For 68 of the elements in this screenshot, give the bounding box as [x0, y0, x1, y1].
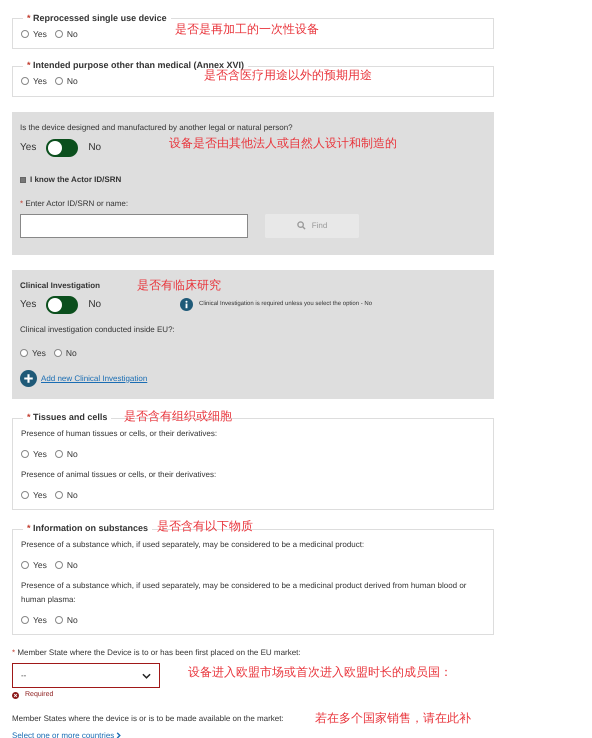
radio-label: No	[66, 558, 78, 572]
radio-button[interactable]	[21, 30, 29, 38]
section-title: * Information on substances	[26, 522, 150, 536]
add-icon[interactable]	[20, 370, 37, 388]
radio-label: No	[66, 28, 78, 40]
radio-button[interactable]	[21, 561, 29, 570]
radio-label: No	[66, 74, 78, 88]
question-text: Clinical investigation conducted inside EU?:	[20, 324, 175, 336]
annotation-text: 是否有临床研究	[137, 276, 221, 294]
country-select[interactable]: --	[12, 663, 160, 688]
radio-button[interactable]	[54, 77, 63, 86]
field-label: * Member State where the Device is to or has been first placed on the EU market:	[12, 647, 301, 660]
error-icon	[12, 692, 19, 699]
radio-label: Yes	[33, 614, 47, 626]
question-text: Presence of human tissues or cells, or their derivatives:	[21, 428, 218, 440]
radio-label: Yes	[33, 488, 47, 502]
radio-label: No	[66, 614, 78, 626]
annotation-text: 设备是否由其他法人或自然人设计和制造的	[169, 134, 397, 152]
radio-button[interactable]	[21, 450, 29, 458]
radio-label: No	[66, 448, 78, 460]
radio-button[interactable]	[21, 616, 29, 624]
add-investigation-link[interactable]: Add new Clinical Investigation	[41, 372, 148, 385]
question-text: Presence of a substance which, if used separately, may be considered to be a medicinal product:	[21, 538, 366, 551]
toggle-switch[interactable]	[46, 296, 78, 314]
annotation-text: 若在多个国家销售，请在此补	[315, 710, 471, 727]
chevron-right-icon	[116, 732, 122, 738]
toggle-label: Yes	[20, 141, 36, 155]
section-title: Clinical Investigation	[20, 280, 100, 292]
radio-label: Yes	[33, 74, 47, 88]
select-countries-link[interactable]: Select one or more countries	[12, 730, 592, 738]
toggle-label: Yes	[20, 298, 36, 312]
checkbox-label: I know the Actor ID/SRN	[30, 174, 122, 186]
radio-label: Yes	[33, 448, 47, 460]
question-text: Presence of animal tissues or cells, or their derivatives:	[21, 468, 218, 480]
radio-label: No	[66, 346, 77, 360]
field-label: * Enter Actor ID/SRN or name:	[20, 198, 128, 210]
annotation-text: 设备进入欧盟市场或首次进入欧盟时长的成员国：	[188, 664, 452, 682]
section-title: * Tissues and cells	[26, 411, 108, 424]
annotation-text: 是否含有组织或细胞	[124, 408, 232, 426]
radio-button[interactable]	[20, 348, 28, 357]
info-icon	[180, 298, 193, 311]
radio-label: No	[66, 488, 78, 502]
toggle-label: No	[88, 141, 102, 155]
annotation-text: 是否是再加工的一次性设备	[175, 21, 319, 38]
radio-button[interactable]	[54, 561, 63, 570]
section-title: * Intended purpose other than medical (Annex XVI)	[26, 59, 244, 70]
toggle-label: No	[88, 298, 102, 312]
radio-button[interactable]	[54, 490, 63, 499]
checkbox[interactable]	[20, 176, 26, 182]
chevron-down-icon	[142, 672, 151, 679]
section-title: * Reprocessed single use device	[26, 12, 168, 25]
toggle-switch[interactable]	[46, 138, 78, 156]
radio-button[interactable]	[21, 77, 29, 86]
radio-label: Yes	[32, 346, 46, 360]
radio-label: Yes	[33, 558, 47, 572]
question-text: Is the device designed and manufactured by another legal or natural person?	[20, 122, 293, 134]
annotation-text: 是否含有以下物质	[157, 518, 253, 536]
radio-button[interactable]	[54, 30, 63, 38]
search-icon	[296, 221, 306, 230]
annotation-text: 是否含医疗用途以外的预期用途	[204, 68, 372, 84]
radio-label: Yes	[33, 28, 47, 40]
question-text: Presence of a substance which, if used separately, may be considered to be a medicinal product derived from human blood or human plasma:	[21, 580, 468, 606]
radio-button[interactable]	[54, 450, 63, 458]
radio-button[interactable]	[54, 616, 63, 624]
radio-button[interactable]	[54, 348, 62, 357]
actor-input-field[interactable]	[20, 214, 248, 238]
field-label: Member States where the device is or is to be made available on the market:	[12, 712, 284, 725]
radio-button[interactable]	[21, 490, 29, 499]
